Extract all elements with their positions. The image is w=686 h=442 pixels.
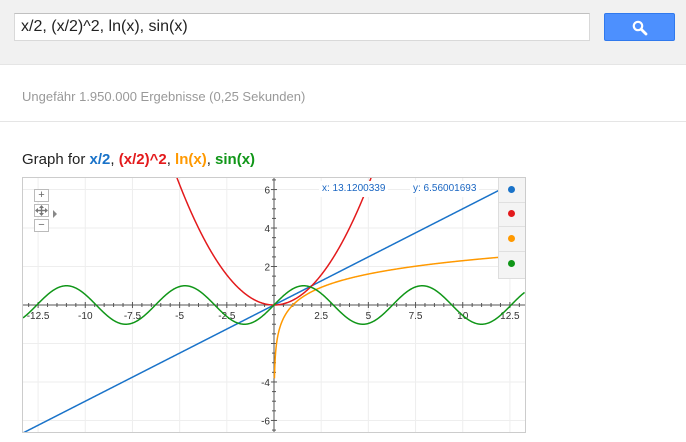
y-tick-label: 2 [264, 263, 270, 274]
series-line-ln-x [273, 254, 525, 379]
heading-separator: , [206, 151, 216, 168]
series-label-sin-x: sin(x) [215, 151, 256, 168]
magnifier-icon [632, 20, 648, 36]
search-input[interactable] [14, 13, 590, 41]
series-legend [498, 178, 525, 279]
legend-dot-x-half[interactable] [508, 186, 515, 193]
cursor-x-readout: x: 13.1200339 [319, 181, 389, 197]
y-tick-label: 4 [264, 224, 270, 235]
graph-heading-prefix: Graph for [22, 151, 90, 168]
series-label-x-half: x/2 [89, 151, 111, 168]
graph-canvas[interactable]: -12.5 -10 -7.5 -5 -2.5 2.5 5 7.5 10 12.5642-4-6 [23, 178, 525, 432]
y-tick-label: -6 [261, 416, 270, 427]
zoom-in-button[interactable]: + [34, 189, 49, 202]
y-tick-label: 6 [264, 186, 270, 197]
graph-heading: Graph for x/2, (x/2)^2, ln(x), sin(x) [22, 151, 255, 168]
x-tick-label: -5 [175, 311, 184, 322]
series-label-ln-x: ln(x) [175, 151, 207, 168]
search-button[interactable] [604, 13, 675, 41]
legend-dot-x-half-squared[interactable] [508, 210, 515, 217]
x-tick-label: 7.5 [409, 311, 423, 322]
result-stats: Ungefähr 1.950.000 Ergebnisse (0,25 Seku… [22, 89, 306, 104]
pan-icon [35, 205, 48, 216]
chevron-right-icon [53, 210, 57, 218]
pan-button[interactable] [34, 204, 49, 217]
zoom-out-button[interactable]: − [34, 219, 49, 232]
heading-separator: , [110, 151, 119, 168]
legend-dot-ln-x[interactable] [508, 235, 515, 242]
graph-navigation: + − [32, 187, 66, 239]
y-tick-label: -4 [261, 378, 270, 389]
x-tick-label: -10 [78, 311, 93, 322]
heading-separator: , [166, 151, 176, 168]
x-tick-label: 2.5 [314, 311, 328, 322]
legend-dot-sin-x[interactable] [508, 260, 515, 267]
legend-divider [499, 202, 525, 203]
legend-divider [499, 251, 525, 252]
graph-plot-area[interactable]: -12.5 -10 -7.5 -5 -2.5 2.5 5 7.5 10 12.5 6 4 2 -4 -6 +… [22, 177, 526, 433]
legend-divider [499, 226, 525, 227]
cursor-y-readout: y: 6.56001693 [410, 181, 480, 197]
series-label-x-half-squared: (x/2)^2 [118, 151, 167, 168]
divider [0, 121, 686, 122]
x-tick-label: 5 [366, 311, 372, 322]
expand-nav-button[interactable] [51, 206, 59, 218]
